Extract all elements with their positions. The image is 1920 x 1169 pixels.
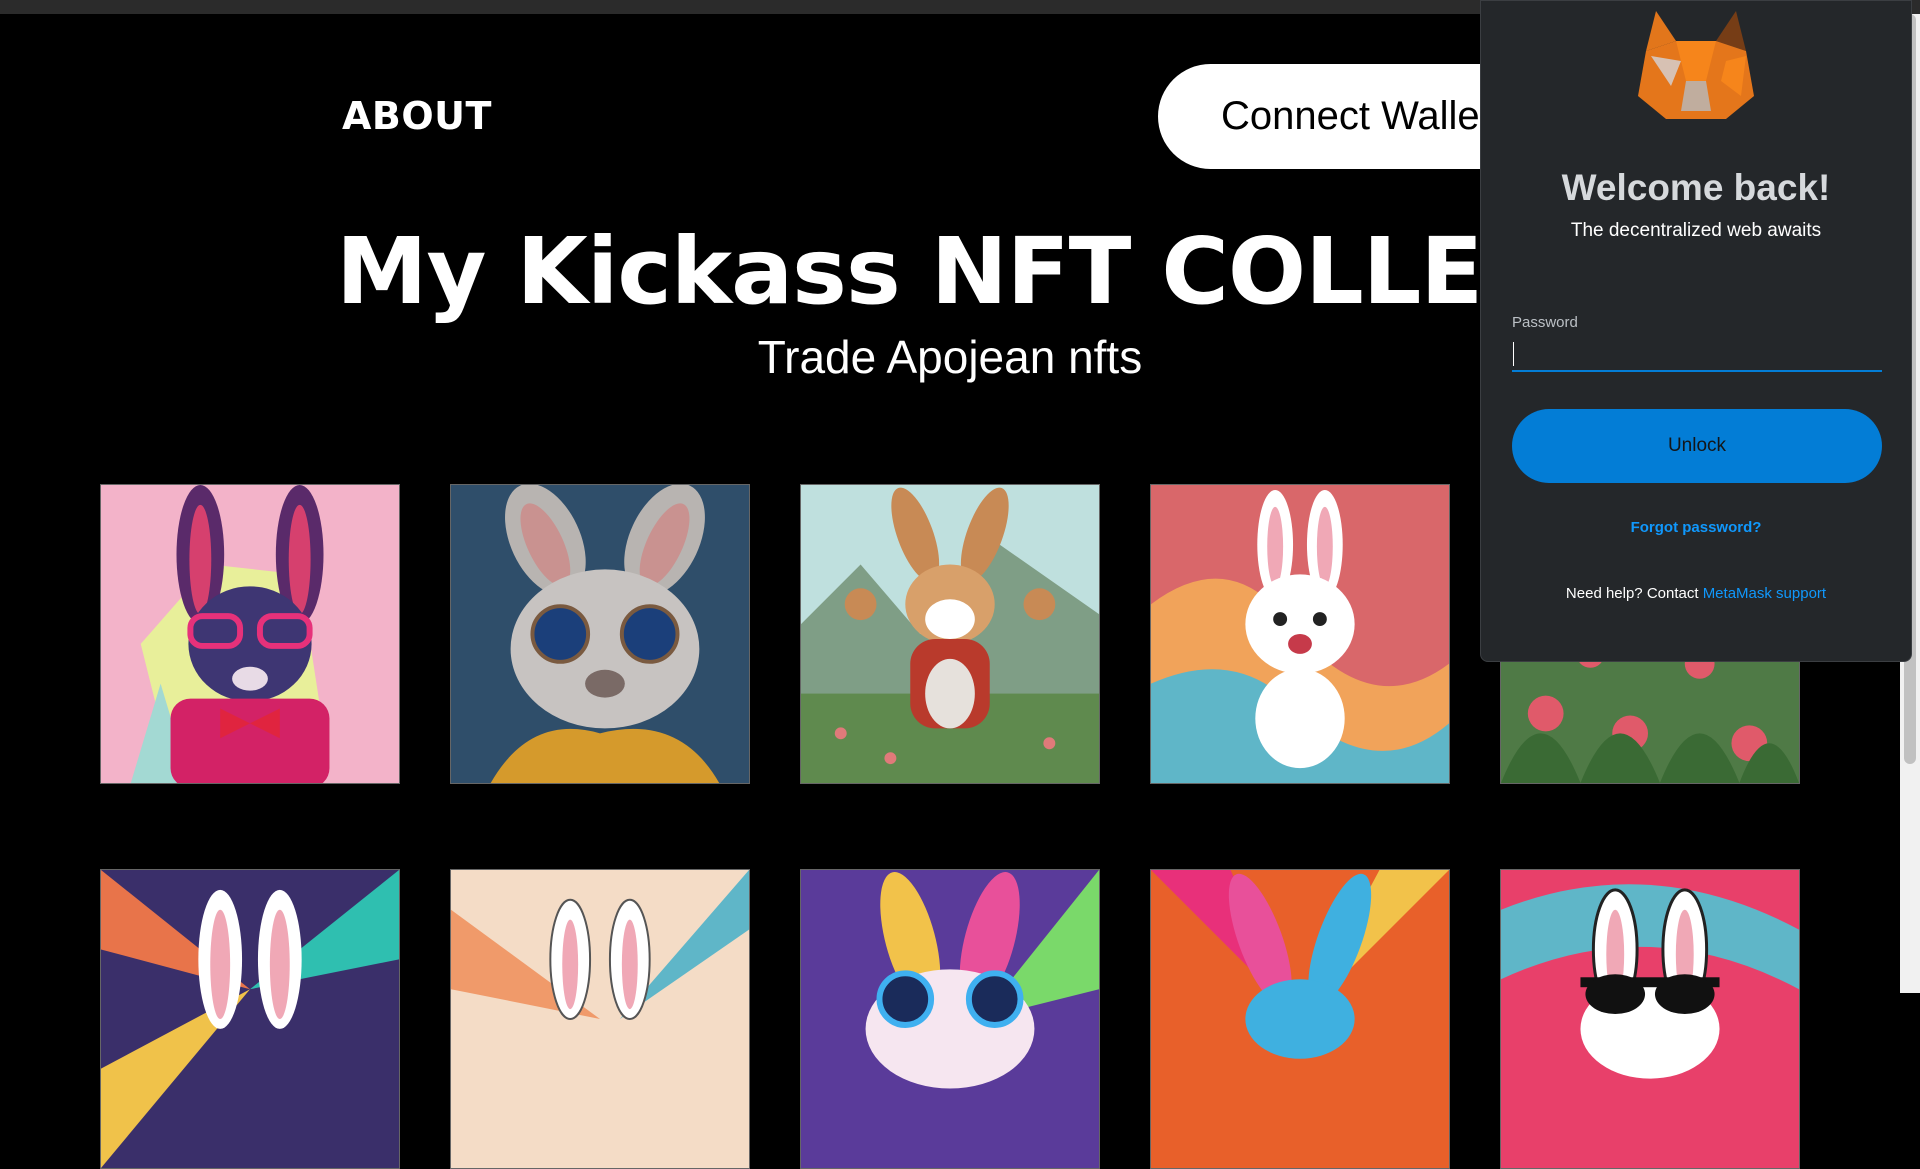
bunny-artwork-image <box>1151 870 1449 1168</box>
nft-card-2[interactable] <box>450 484 750 784</box>
help-prefix: Need help? Contact <box>1565 585 1703 602</box>
bunny-artwork-image <box>101 485 399 783</box>
password-label: Password <box>1512 314 1578 331</box>
unlock-button[interactable]: Unlock <box>1512 409 1882 483</box>
nft-card-7[interactable] <box>450 869 750 1169</box>
bunny-artwork-image <box>801 485 1099 783</box>
nft-card-8[interactable] <box>800 869 1100 1169</box>
metamask-fox-icon <box>1638 11 1754 119</box>
nav-about-link[interactable]: ABOUT <box>342 94 492 138</box>
welcome-title: Welcome back! <box>1561 167 1831 208</box>
metamask-support-link[interactable]: MetaMask support <box>1703 585 1826 602</box>
forgot-password-link[interactable]: Forgot password? <box>1481 519 1911 536</box>
bunny-artwork-image <box>801 870 1099 1168</box>
bunny-artwork-image <box>451 485 749 783</box>
nft-card-10[interactable] <box>1500 869 1800 1169</box>
text-caret <box>1513 342 1514 366</box>
connect-wallet-label: Connect Wallet <box>1221 94 1491 138</box>
welcome-subtitle: The decentralized web awaits <box>1570 220 1822 241</box>
bunny-artwork-image <box>101 870 399 1168</box>
password-input[interactable] <box>1512 336 1882 372</box>
nft-card-3[interactable] <box>800 484 1100 784</box>
nft-card-9[interactable] <box>1150 869 1450 1169</box>
help-text: Need help? Contact MetaMask support <box>1481 585 1911 602</box>
nft-card-4[interactable] <box>1150 484 1450 784</box>
nft-card-6[interactable] <box>100 869 400 1169</box>
bunny-artwork-image <box>1151 485 1449 783</box>
nft-card-1[interactable] <box>100 484 400 784</box>
metamask-popup: Welcome back! The decentralized web awai… <box>1480 0 1912 662</box>
bunny-artwork-image <box>1501 870 1799 1168</box>
bunny-artwork-image <box>451 870 749 1168</box>
